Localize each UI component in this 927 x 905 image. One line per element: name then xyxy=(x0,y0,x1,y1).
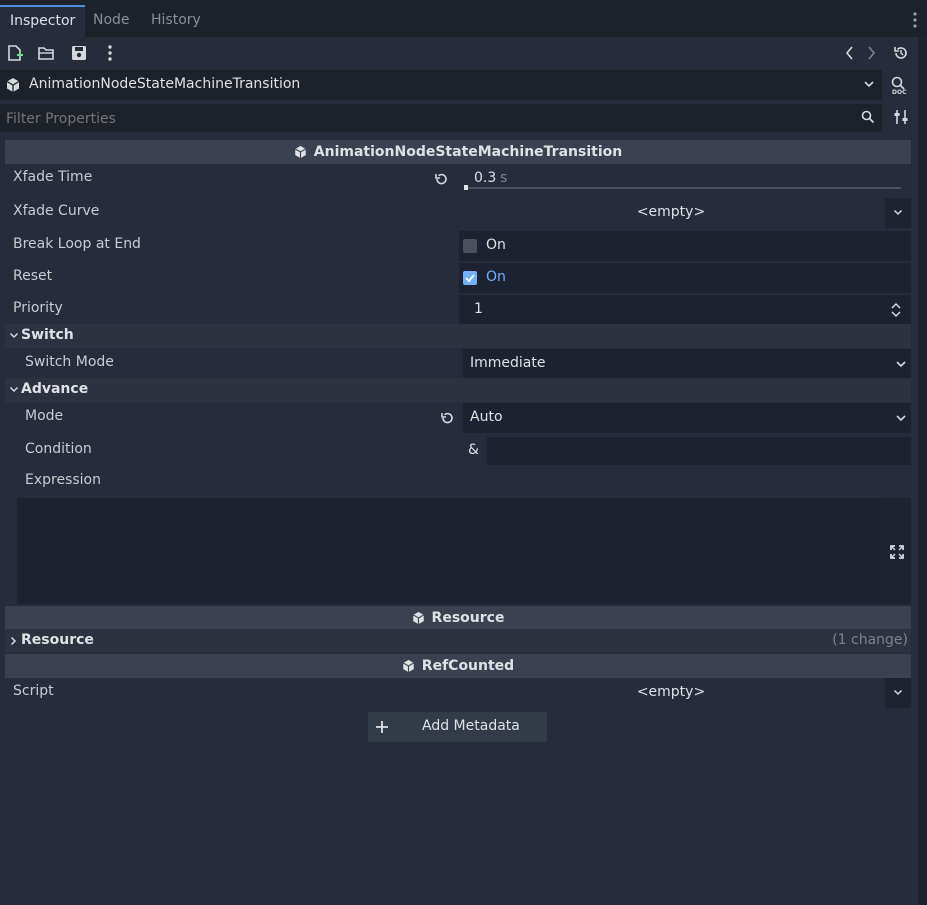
revert-icon[interactable] xyxy=(433,171,449,187)
chevron-right-icon xyxy=(10,636,18,646)
open-docs-icon[interactable]: DOC xyxy=(890,75,910,95)
group-resource[interactable]: Resource (1 change) xyxy=(5,629,911,653)
expression-expand-button[interactable] xyxy=(883,498,911,604)
resource-cube-icon xyxy=(294,145,307,159)
scrollbar[interactable] xyxy=(918,37,927,905)
condition-prefix: & xyxy=(463,437,487,465)
switch-mode-value: Immediate xyxy=(470,355,546,371)
add-metadata-button[interactable]: Add Metadata xyxy=(368,712,547,742)
condition-input[interactable] xyxy=(487,437,911,465)
xfade-time-value: 0.3 xyxy=(474,170,497,186)
break-loop-checkbox[interactable]: On xyxy=(459,231,911,261)
history-back-icon[interactable] xyxy=(843,44,863,64)
plus-icon xyxy=(375,720,389,734)
reset-label: Reset xyxy=(13,268,53,284)
script-value: <empty> xyxy=(636,684,706,700)
xfade-time-slider[interactable]: 0.3 s xyxy=(463,166,911,194)
section-header-refcounted: RefCounted xyxy=(5,654,911,678)
svg-text:DOC: DOC xyxy=(892,89,907,95)
tab-inspector[interactable]: Inspector xyxy=(0,5,86,37)
add-metadata-label: Add Metadata xyxy=(422,718,520,734)
property-filter-options-icon[interactable] xyxy=(892,108,910,126)
recent-history-icon[interactable] xyxy=(892,44,912,64)
updown-arrows-icon[interactable] xyxy=(890,302,902,318)
group-resource-changes: (1 change) xyxy=(832,632,908,648)
checkbox-unchecked-icon xyxy=(463,239,477,253)
inspector-tab-bar: Inspector Node History xyxy=(0,0,927,37)
tab-history[interactable]: History xyxy=(141,5,211,37)
xfade-curve-value: <empty> xyxy=(636,204,706,220)
slider-track xyxy=(465,187,901,189)
condition-label: Condition xyxy=(25,441,92,457)
object-selector[interactable]: AnimationNodeStateMachineTransition xyxy=(0,70,882,100)
filter-properties-input[interactable] xyxy=(4,107,848,131)
new-resource-icon[interactable] xyxy=(6,44,26,64)
chevron-down-icon xyxy=(9,332,19,340)
save-icon[interactable] xyxy=(70,44,90,64)
group-advance-label: Advance xyxy=(21,381,89,397)
xfade-curve-label: Xfade Curve xyxy=(13,203,100,219)
condition-prefix-text: & xyxy=(468,442,479,458)
xfade-time-label: Xfade Time xyxy=(13,169,93,185)
slider-grabber[interactable] xyxy=(464,185,468,190)
open-folder-icon[interactable] xyxy=(37,44,57,64)
group-resource-label: Resource xyxy=(21,632,94,648)
resource-cube-icon xyxy=(6,77,20,93)
xfade-curve-resource[interactable]: <empty> xyxy=(459,198,883,228)
script-dropdown[interactable] xyxy=(885,678,911,708)
priority-label: Priority xyxy=(13,300,63,316)
expression-editor[interactable] xyxy=(17,498,883,604)
xfade-time-unit: s xyxy=(500,170,508,186)
break-loop-value: On xyxy=(486,237,506,253)
section-title: AnimationNodeStateMachineTransition xyxy=(313,144,623,160)
chevron-down-icon xyxy=(893,689,903,697)
chevron-down-icon xyxy=(9,386,19,394)
section-title: Resource xyxy=(431,610,505,626)
search-icon xyxy=(861,110,875,124)
history-forward-icon[interactable] xyxy=(866,44,886,64)
section-header-resource: Resource xyxy=(5,606,911,630)
chevron-down-icon xyxy=(893,209,903,217)
advance-mode-select[interactable]: Auto xyxy=(463,403,911,433)
more-options-icon[interactable] xyxy=(107,44,127,64)
expand-icon xyxy=(889,544,905,560)
chevron-down-icon xyxy=(863,80,875,90)
checkbox-checked-icon xyxy=(463,271,477,285)
group-switch-label: Switch xyxy=(21,327,74,343)
revert-icon[interactable] xyxy=(439,410,455,426)
tab-node[interactable]: Node xyxy=(83,5,140,37)
priority-value: 1 xyxy=(474,301,483,317)
section-header-transition: AnimationNodeStateMachineTransition xyxy=(5,140,911,164)
script-label: Script xyxy=(13,683,54,699)
chevron-down-icon xyxy=(895,360,907,370)
group-switch[interactable]: Switch xyxy=(5,324,911,348)
chevron-down-icon xyxy=(895,414,907,424)
switch-mode-label: Switch Mode xyxy=(25,354,114,370)
tab-menu-icon[interactable] xyxy=(913,12,917,28)
reset-checkbox[interactable]: On xyxy=(459,263,911,293)
resource-cube-icon xyxy=(412,611,425,625)
xfade-curve-dropdown[interactable] xyxy=(885,198,911,228)
filter-properties-field[interactable] xyxy=(0,104,882,132)
section-title: RefCounted xyxy=(421,658,515,674)
resource-cube-icon xyxy=(402,659,415,673)
script-resource[interactable]: <empty> xyxy=(459,678,883,708)
group-advance[interactable]: Advance xyxy=(5,378,911,402)
object-selector-label: AnimationNodeStateMachineTransition xyxy=(29,76,301,92)
reset-value: On xyxy=(486,269,506,285)
break-loop-label: Break Loop at End xyxy=(13,236,141,252)
switch-mode-select[interactable]: Immediate xyxy=(463,349,911,379)
priority-spinbox[interactable]: 1 xyxy=(459,295,911,325)
advance-mode-value: Auto xyxy=(470,409,503,425)
advance-mode-label: Mode xyxy=(25,408,64,424)
expression-label: Expression xyxy=(25,472,101,488)
